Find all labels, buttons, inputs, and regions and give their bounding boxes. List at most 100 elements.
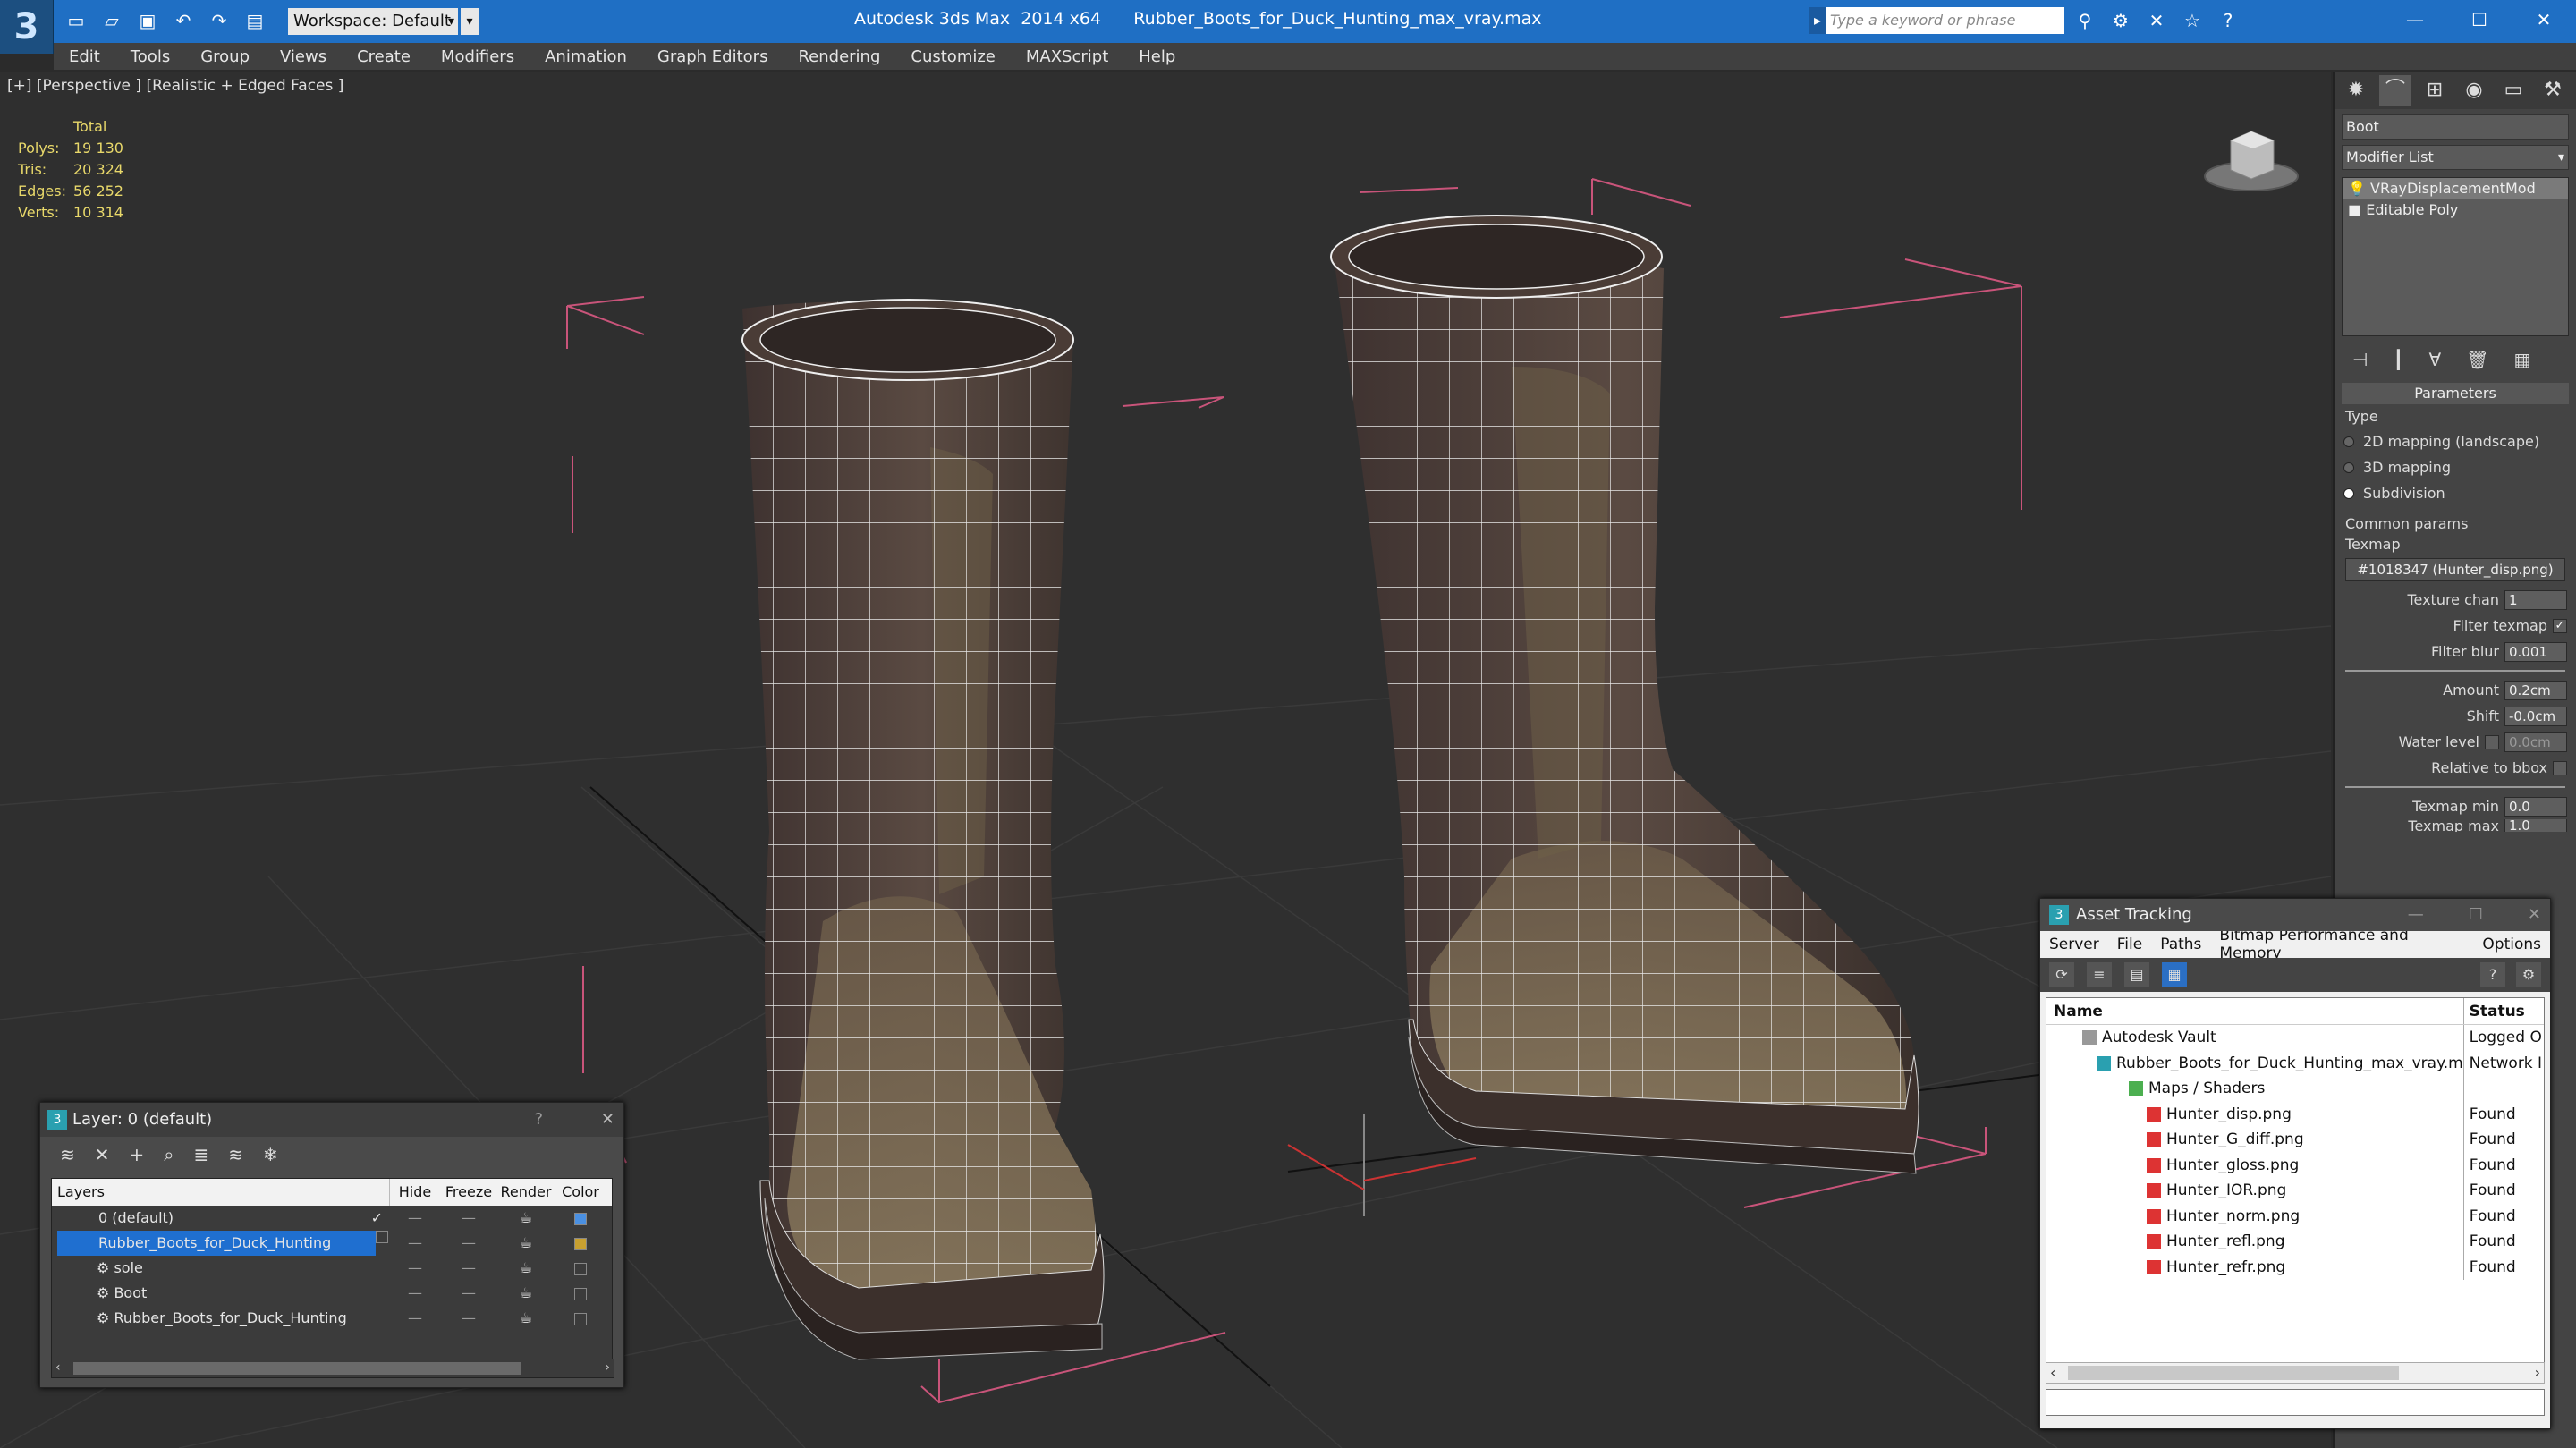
show-end-result-icon[interactable]: ┃	[2393, 349, 2403, 374]
stack-item-vray-displacement[interactable]: 💡 VRayDisplacementMod	[2343, 178, 2568, 199]
amount-spinner[interactable]: 0.2cm	[2504, 680, 2567, 700]
make-unique-icon[interactable]: ∀	[2428, 349, 2441, 374]
search-input[interactable]: ▸ Type a keyword or phrase	[1809, 7, 2064, 34]
motion-tab-icon[interactable]: ◉	[2458, 75, 2490, 106]
type-3d-mapping-radio[interactable]: 3D mapping	[2334, 454, 2576, 480]
layer-color-swatch[interactable]	[574, 1262, 587, 1275]
scroll-left-icon[interactable]: ‹	[55, 1360, 61, 1375]
menu-rendering[interactable]: Rendering	[783, 47, 895, 66]
menu-graph-editors[interactable]: Graph Editors	[642, 47, 784, 66]
project-folder-icon[interactable]: ▤	[242, 7, 268, 34]
menu-help[interactable]: Help	[1123, 47, 1191, 66]
freeze-toggle[interactable]: —	[440, 1231, 497, 1256]
water-level-checkbox[interactable]	[2485, 734, 2499, 749]
table-row[interactable]: Rubber_Boots_for_Duck_Hunting_max_vray.m…	[2046, 1050, 2544, 1076]
hide-toggle[interactable]: —	[390, 1206, 440, 1231]
scroll-left-icon[interactable]: ‹	[2050, 1364, 2055, 1381]
app-logo-icon[interactable]: 3	[0, 0, 54, 54]
column-color[interactable]: Color	[555, 1179, 606, 1206]
display-tab-icon[interactable]: ▭	[2497, 75, 2529, 106]
menu-options[interactable]: Options	[2473, 936, 2550, 953]
undo-icon[interactable]: ↶	[170, 7, 197, 34]
menu-views[interactable]: Views	[265, 47, 342, 66]
workspace-select[interactable]: Workspace: Default ▾	[288, 8, 458, 35]
pin-stack-icon[interactable]: ⊣	[2352, 349, 2368, 374]
hide-toggle[interactable]: —	[390, 1231, 440, 1256]
column-render[interactable]: Render	[497, 1179, 555, 1206]
table-row[interactable]: 0 (default) ✓ — — ☕	[52, 1206, 612, 1231]
relative-bbox-checkbox[interactable]	[2553, 760, 2567, 775]
grid-view-icon[interactable]: ▦	[2162, 962, 2187, 987]
list-view-icon[interactable]: ≡	[2087, 962, 2112, 987]
menu-animation[interactable]: Animation	[530, 47, 642, 66]
table-row[interactable]: Hunter_refl.png Found	[2046, 1229, 2544, 1255]
texture-chan-spinner[interactable]: 1	[2504, 589, 2567, 610]
menu-server[interactable]: Server	[2040, 936, 2108, 953]
type-subdivision-radio[interactable]: Subdivision	[2334, 480, 2576, 506]
close-icon[interactable]: ✕	[601, 1103, 614, 1137]
layer-color-swatch[interactable]	[574, 1312, 587, 1325]
help-icon[interactable]: ?	[2480, 962, 2505, 987]
modify-tab-icon[interactable]: ⌒	[2379, 75, 2411, 106]
menu-group[interactable]: Group	[185, 47, 265, 66]
hide-toggle[interactable]: —	[390, 1281, 440, 1306]
modifier-list-dropdown[interactable]: Modifier List ▾	[2342, 145, 2569, 170]
asset-tracking-titlebar[interactable]: 3 Asset Tracking — ☐ ✕	[2040, 899, 2550, 931]
menu-create[interactable]: Create	[342, 47, 426, 66]
scroll-right-icon[interactable]: ›	[2535, 1364, 2540, 1381]
settings-icon[interactable]: ⚙	[2516, 962, 2541, 987]
table-row[interactable]: Hunter_G_diff.png Found	[2046, 1127, 2544, 1153]
create-tab-icon[interactable]: ✹	[2340, 75, 2372, 106]
hide-toggle[interactable]: —	[390, 1256, 440, 1281]
configure-sets-icon[interactable]: ▦	[2514, 349, 2531, 374]
menu-tools[interactable]: Tools	[115, 47, 185, 66]
table-row[interactable]: Hunter_refr.png Found	[2046, 1254, 2544, 1280]
viewcube-icon[interactable]	[2202, 118, 2301, 199]
filter-texmap-checkbox[interactable]: ✓	[2553, 618, 2567, 633]
freeze-toggle[interactable]: —	[440, 1281, 497, 1306]
freeze-all-layers-icon[interactable]: ❄	[263, 1144, 278, 1165]
table-row[interactable]: Autodesk Vault Logged O	[2046, 1025, 2544, 1051]
texmap-max-spinner[interactable]: 1.0	[2504, 819, 2567, 832]
create-layer-icon[interactable]: ≋	[60, 1144, 75, 1165]
layer-color-swatch[interactable]	[574, 1237, 587, 1250]
set-current-layer-box[interactable]	[376, 1231, 388, 1243]
texmap-button[interactable]: #1018347 (Hunter_disp.png)	[2345, 558, 2565, 581]
table-row[interactable]: Hunter_IOR.png Found	[2046, 1178, 2544, 1204]
column-status[interactable]: Status	[2464, 998, 2544, 1024]
table-row[interactable]: ⚙ sole — — ☕	[52, 1256, 612, 1281]
help-icon[interactable]: ?	[534, 1103, 543, 1137]
scrollbar-thumb[interactable]	[2068, 1366, 2399, 1380]
workspace-menu-button[interactable]: ▾	[461, 8, 479, 35]
table-row[interactable]: Rubber_Boots_for_Duck_Hunting — — ☕	[52, 1231, 612, 1256]
parameters-rollout-header[interactable]: Parameters	[2342, 383, 2569, 404]
column-name[interactable]: Name	[2046, 998, 2464, 1024]
column-layers[interactable]: Layers	[52, 1179, 390, 1206]
viewport-label[interactable]: [+] [Perspective ] [Realistic + Edged Fa…	[7, 77, 343, 95]
table-row[interactable]: ⚙ Rubber_Boots_for_Duck_Hunting — — ☕	[52, 1306, 612, 1331]
help-icon[interactable]: ?	[2215, 7, 2241, 34]
scrollbar-thumb[interactable]	[73, 1362, 521, 1375]
menu-maxscript[interactable]: MAXScript	[1011, 47, 1123, 66]
table-row[interactable]: ⚙ Boot — — ☕	[52, 1281, 612, 1306]
water-level-spinner[interactable]: 0.0cm	[2504, 732, 2567, 752]
remove-modifier-icon[interactable]: 🗑	[2466, 349, 2488, 374]
search-expand-icon[interactable]: ▸	[1809, 7, 1826, 34]
right-boot-model[interactable]	[1330, 215, 1919, 1174]
close-icon[interactable]: ✕	[2528, 899, 2541, 931]
table-row[interactable]: Maps / Shaders	[2046, 1076, 2544, 1102]
menu-bitmap-performance[interactable]: Bitmap Performance and Memory	[2210, 927, 2473, 962]
select-in-layer-icon[interactable]: ⌕	[164, 1144, 174, 1165]
freeze-toggle[interactable]: —	[440, 1256, 497, 1281]
filter-blur-spinner[interactable]: 0.001	[2504, 641, 2567, 662]
delete-layer-icon[interactable]: ✕	[95, 1144, 110, 1165]
asset-path-field[interactable]	[2046, 1389, 2545, 1416]
table-row[interactable]: Hunter_norm.png Found	[2046, 1203, 2544, 1229]
freeze-toggle[interactable]: —	[440, 1206, 497, 1231]
menu-edit[interactable]: Edit	[54, 47, 115, 66]
render-teapot-icon[interactable]: ☕	[497, 1256, 555, 1281]
minimize-icon[interactable]: —	[2408, 899, 2424, 931]
type-2d-mapping-radio[interactable]: 2D mapping (landscape)	[2334, 428, 2576, 454]
render-teapot-icon[interactable]: ☕	[497, 1206, 555, 1231]
menu-paths[interactable]: Paths	[2151, 936, 2210, 953]
